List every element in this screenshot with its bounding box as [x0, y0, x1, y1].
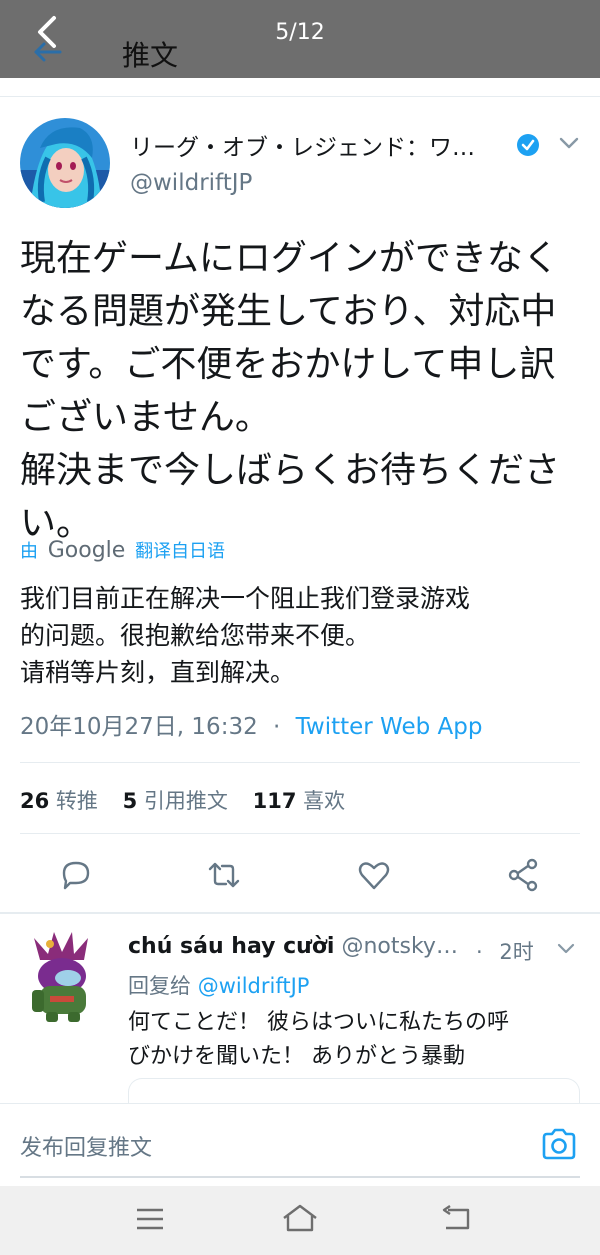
tweet-text-line: なる問題が発生しており、対応中 [20, 291, 557, 332]
translated-line: 的问题。很抱歉给您带来不便。 [20, 621, 371, 650]
quotes-label: 引用推文 [143, 789, 228, 813]
quotes-count: 5 [122, 789, 138, 813]
chevron-down-icon[interactable] [556, 132, 582, 154]
divider [20, 1176, 580, 1178]
quotes-stat[interactable]: 5 引用推文 [123, 789, 228, 813]
translation-attribution[interactable]: 由 Google 翻译自日语 [20, 537, 225, 563]
chevron-down-icon[interactable] [555, 940, 577, 958]
tweet-text-line: です。ご不便をおかけして申し訳 [20, 344, 556, 385]
translate-suffix: 翻译自日语 [135, 541, 226, 562]
reply-separator: · [476, 940, 483, 964]
tweet-text-line: ございません。 [20, 397, 271, 438]
meta-separator: · [273, 714, 281, 740]
reply-icon[interactable] [56, 855, 96, 895]
reply-to-handle[interactable]: @wildriftJP [198, 974, 310, 998]
avatar[interactable] [20, 118, 110, 208]
tweet-text-line: 解決まで今しばらくお待ちくださ [20, 450, 561, 491]
likes-stat[interactable]: 117 喜欢 [253, 789, 346, 813]
tweet-stats: 26 转推 5 引用推文 117 喜欢 [20, 785, 345, 815]
translated-line: 我们目前正在解决一个阻止我们登录游戏 [20, 584, 471, 613]
divider [0, 912, 600, 914]
reply-display-name: chú sáu hay cười [128, 934, 335, 959]
divider [20, 762, 580, 763]
display-name[interactable]: リーグ・オブ・レジェンド：ワ… [130, 128, 475, 162]
reply-to-label: 回复给 [128, 974, 191, 998]
home-icon[interactable] [278, 1200, 322, 1236]
reply-text: 何てことだ！ 彼らはついに私たちの呼 びかけを聞いた！ ありがとう暴動 [128, 1006, 578, 1074]
camera-icon[interactable] [540, 1127, 578, 1161]
back-arrow-icon[interactable] [32, 40, 66, 64]
reply-author[interactable]: chú sáu hay cười @notsky… [128, 934, 458, 959]
reply-time: · 2时 [476, 936, 534, 966]
translated-line: 请稍等片刻，直到解决。 [20, 658, 296, 687]
share-icon[interactable] [504, 855, 544, 895]
retweet-icon[interactable] [204, 855, 244, 895]
verified-badge-icon [516, 133, 540, 157]
translate-prefix: 由 [20, 541, 38, 562]
page-title: 推文 [122, 39, 179, 72]
like-icon[interactable] [354, 855, 394, 895]
image-counter: 5/12 [275, 20, 325, 45]
likes-count: 117 [252, 789, 297, 813]
replying-to: 回复给 @wildriftJP [128, 970, 309, 1000]
user-handle[interactable]: @wildriftJP [130, 170, 252, 196]
menu-icon[interactable] [132, 1204, 168, 1234]
reply-text-line: びかけを聞いた！ ありがとう暴動 [128, 1044, 465, 1069]
reply-time-value: 2时 [499, 940, 534, 964]
tweet-text: 現在ゲームにログインができなく なる問題が発生しており、対応中 です。ご不便をお… [20, 232, 585, 550]
reply-input[interactable]: 发布回复推文 [20, 1130, 152, 1162]
likes-label: 喜欢 [303, 789, 346, 813]
tweet-text-line: 現在ゲームにログインができなく [20, 238, 559, 279]
timestamp: 20年10月27日, 16:32 [20, 714, 258, 740]
divider [20, 833, 580, 834]
reply-text-line: 何てことだ！ 彼らはついに私たちの呼 [128, 1010, 509, 1035]
reply-handle: @notsky… [341, 934, 458, 959]
google-logo: Google [47, 538, 126, 563]
back-icon[interactable] [438, 1202, 474, 1234]
retweets-label: 转推 [55, 789, 98, 813]
translated-text: 我们目前正在解决一个阻止我们登录游戏 的问题。很抱歉给您带来不便。 请稍等片刻，… [20, 580, 585, 691]
source-link[interactable]: Twitter Web App [296, 714, 483, 740]
tweet-meta: 20年10月27日, 16:32 · Twitter Web App [20, 707, 482, 741]
retweets-count: 26 [20, 789, 50, 813]
retweets-stat[interactable]: 26 转推 [20, 789, 98, 813]
reply-avatar[interactable] [24, 930, 104, 1026]
